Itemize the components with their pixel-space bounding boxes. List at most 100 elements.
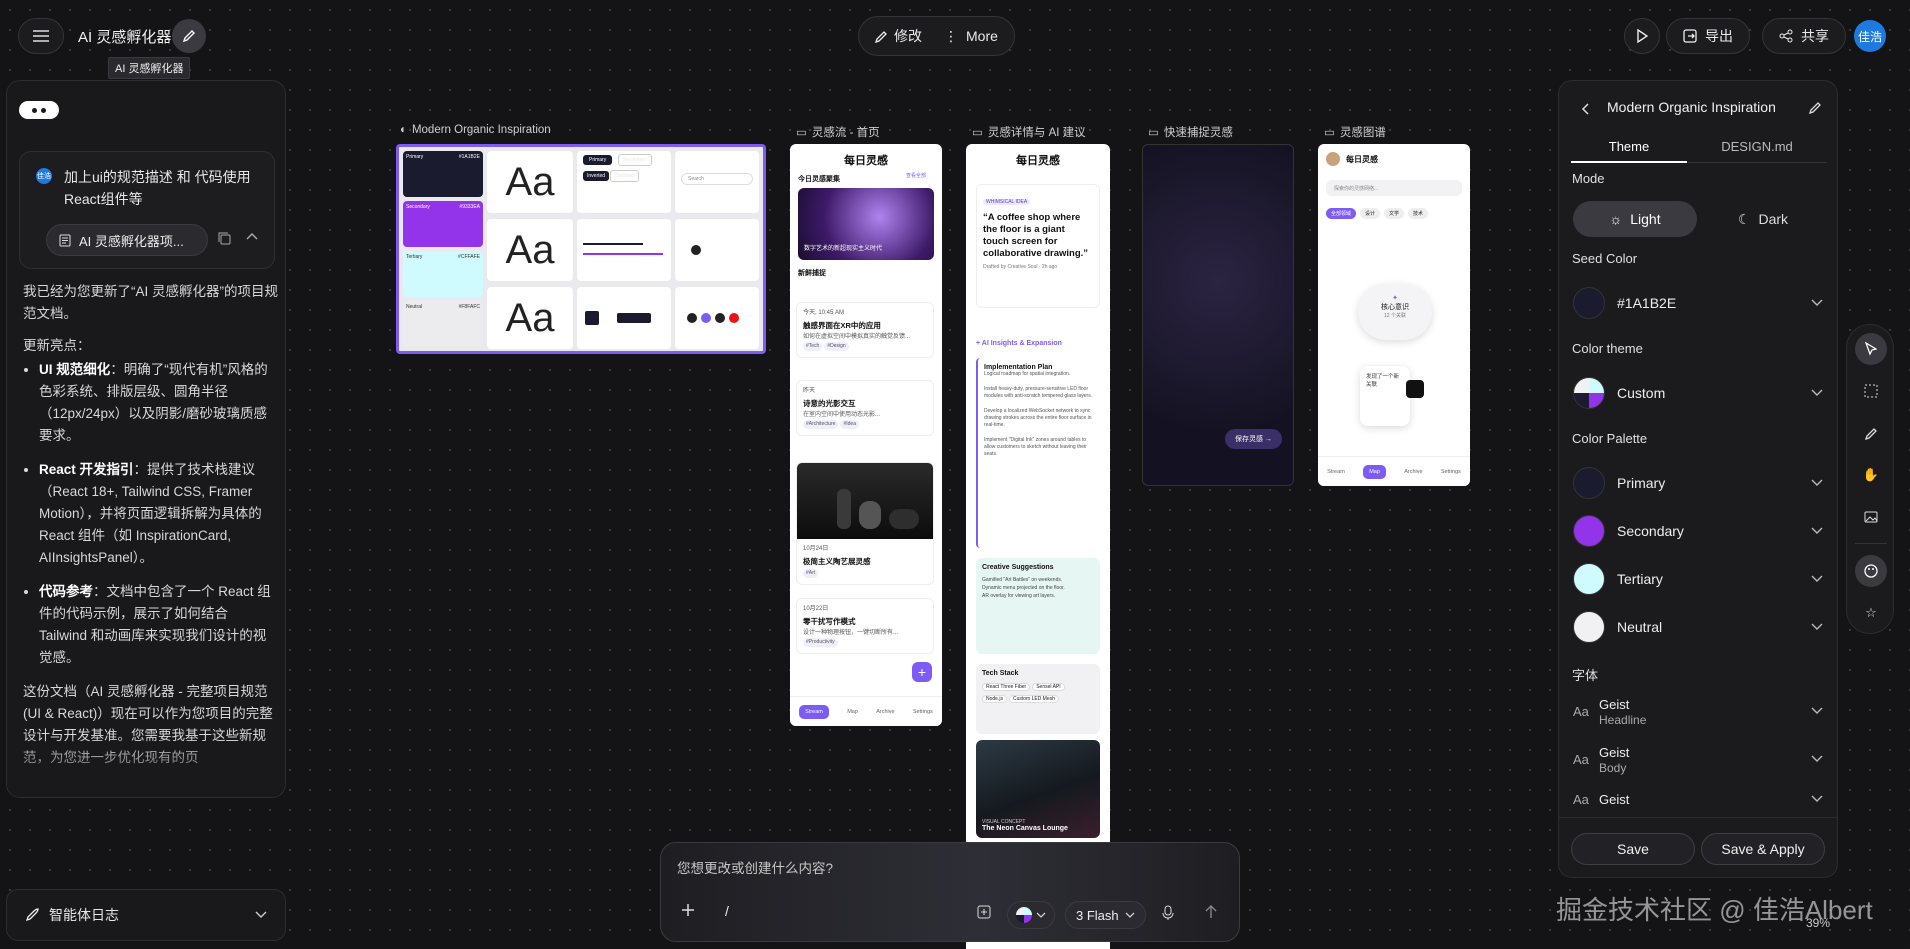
hand-tool-button[interactable]: ✋ — [1855, 459, 1887, 491]
slash-command[interactable]: / — [725, 903, 729, 919]
zoom-level[interactable]: 39% — [1806, 916, 1830, 930]
select-tool-button[interactable] — [1855, 333, 1887, 365]
design-system-frame[interactable]: Primary #1A1B2E Secondary #9333EA Tertia… — [396, 144, 766, 354]
rocket-icon — [25, 908, 39, 922]
attach-icon[interactable] — [977, 905, 991, 919]
graph-node[interactable]: 发现了一个新关联 — [1360, 366, 1410, 426]
chevron-up-icon[interactable] — [246, 232, 258, 240]
frame-tool-button[interactable] — [1855, 375, 1887, 407]
list-item: UI 规范细化：明确了“现代有机”风格的色彩系统、排版层级、圆角半径（12px/… — [39, 359, 279, 447]
font-label-select[interactable]: Aa Geist — [1573, 785, 1823, 813]
title-tooltip: AI 灵感孵化器 — [108, 57, 191, 79]
theme-panel: Modern Organic Inspiration Theme DESIGN.… — [1558, 80, 1838, 878]
main-menu-button[interactable] — [18, 18, 64, 54]
hero-card[interactable]: 数字艺术的新超现实主义时代 — [798, 188, 934, 260]
palette-icon: ◐ — [400, 124, 407, 136]
nav-item-stream[interactable]: Stream — [799, 704, 829, 719]
detail-screen-frame[interactable]: 每日灵感 WHIMSICAL IDEA “A coffee shop where… — [966, 144, 1110, 949]
tab-theme[interactable]: Theme — [1571, 131, 1687, 163]
nav-item-archive[interactable]: Archive — [1404, 469, 1422, 475]
assistant-reply: 我已经为您更新了“AI 灵感孵化器”的项目规范文档。 更新亮点： UI 规范细化… — [23, 281, 279, 779]
prompt-input[interactable]: 您想更改或创建什么内容? — [677, 857, 833, 877]
frame-label-capture[interactable]: ▭ 快速捕捉灵感 — [1148, 124, 1233, 140]
palette-secondary[interactable]: Secondary — [1573, 511, 1823, 551]
frame-label-graph[interactable]: ▭ 灵感图谱 — [1324, 124, 1386, 140]
theme-tool-button[interactable] — [1855, 555, 1887, 587]
send-icon[interactable] — [1205, 905, 1217, 919]
export-button[interactable]: 导出 — [1666, 18, 1750, 54]
agent-log-button[interactable]: 智能体日志 — [6, 889, 286, 941]
image-tool-button[interactable] — [1855, 501, 1887, 533]
capture-screen-frame[interactable]: 保存灵感 → — [1142, 144, 1294, 486]
save-apply-button[interactable]: Save & Apply — [1701, 833, 1825, 865]
tab-design-md[interactable]: DESIGN.md — [1687, 131, 1827, 163]
chat-options-button[interactable] — [19, 101, 59, 119]
frame-label-design[interactable]: ◐ Modern Organic Inspiration — [400, 124, 551, 136]
add-button[interactable]: + — [912, 662, 932, 682]
list-item[interactable]: 10月22日 零干扰写作模式 设计一种物理按钮，一键切断所有... #Producti… — [796, 598, 934, 654]
list-item[interactable]: 今天, 10:45 AM 触感界面在XR中的应用 如何在虚拟空间中模拟真实的触觉反馈… — [796, 302, 934, 358]
star-tool-button[interactable]: ☆ — [1855, 597, 1887, 629]
modify-button[interactable]: 修改 — [875, 26, 922, 46]
plus-icon[interactable] — [681, 903, 695, 917]
nav-item-archive[interactable]: Archive — [876, 709, 894, 715]
frame-icon: ▭ — [972, 127, 983, 139]
frame-label-stream[interactable]: ▭ 灵感流 - 首页 — [796, 124, 880, 140]
graph-screen-frame[interactable]: 每日灵感 探索你的灵感网络... 全部领域 设计 文学 技术 ✦ 核心意识 12 个… — [1318, 144, 1470, 486]
nav-item-map[interactable]: Map — [1363, 464, 1386, 479]
moon-icon: ☾ — [1737, 210, 1751, 227]
edit-title-button[interactable] — [172, 19, 206, 53]
nav-item-map[interactable]: Map — [847, 709, 858, 715]
see-all-link[interactable]: 查看全部 — [906, 172, 926, 179]
vertical-toolbar: ✋ ☆ — [1846, 324, 1894, 634]
save-button[interactable]: Save — [1571, 833, 1695, 865]
avatar — [1326, 152, 1340, 166]
play-button[interactable] — [1624, 18, 1660, 54]
back-icon[interactable] — [1581, 103, 1589, 115]
user-avatar[interactable]: 佳浩 — [1854, 20, 1886, 52]
list-item[interactable]: 10月24日 极简主义陶艺展灵感 #Art — [796, 462, 934, 585]
share-button[interactable]: 共享 — [1762, 18, 1846, 54]
type-headline: Aa — [487, 151, 573, 213]
palette-primary[interactable]: Primary — [1573, 463, 1823, 503]
theme-swatch — [1573, 377, 1605, 409]
palette-tertiary[interactable]: Tertiary — [1573, 559, 1823, 599]
play-icon — [1636, 29, 1648, 43]
chevron-down-icon — [255, 911, 267, 919]
tech-stack-card: Tech Stack React Three Fiber Sensel API N… — [976, 664, 1100, 734]
stream-screen-frame[interactable]: 每日灵感 今日灵感聚集 查看全部 数字艺术的新超现实主义时代 新鲜捕捉 今天, … — [790, 144, 942, 726]
save-inspiration-button[interactable]: 保存灵感 → — [1225, 429, 1282, 449]
core-node[interactable]: ✦ 核心意识 12 个关联 — [1358, 284, 1432, 340]
nav-item-settings[interactable]: Settings — [1441, 469, 1461, 475]
theme-selector[interactable] — [1007, 901, 1055, 929]
palette-neutral[interactable]: Neutral — [1573, 607, 1823, 647]
frame-label-detail[interactable]: ▭ 灵感详情与 AI 建议 — [972, 124, 1086, 140]
chevron-down-icon — [1811, 389, 1823, 397]
nav-item-stream[interactable]: Stream — [1327, 469, 1345, 475]
copy-icon[interactable] — [218, 232, 231, 245]
more-button[interactable]: ⋮ More — [944, 28, 998, 45]
dark-mode-button[interactable]: ☾ Dark — [1701, 201, 1825, 237]
prompt-box[interactable]: 您想更改或创建什么内容? / 3 Flash — [660, 842, 1240, 942]
share-label: 共享 — [1801, 28, 1829, 44]
voice-icon[interactable] — [1161, 905, 1175, 921]
document-chip[interactable]: AI 灵感孵化器项... — [46, 224, 208, 256]
canvas-toolbar: 修改 ⋮ More — [858, 16, 1015, 56]
graph-search-input[interactable]: 探索你的灵感网络... — [1326, 180, 1462, 196]
user-message: 佳浩 加上ui的规范描述 和 代码使用React组件等 AI 灵感孵化器项... — [19, 151, 275, 269]
font-headline-select[interactable]: Aa Geist Headline — [1573, 689, 1823, 733]
agent-log-label: 智能体日志 — [49, 907, 119, 923]
light-mode-button[interactable]: ☼ Light — [1573, 201, 1697, 237]
visual-concept-card[interactable]: VISUAL CONCEPT The Neon Canvas Lounge — [976, 740, 1100, 838]
draw-tool-button[interactable] — [1855, 417, 1887, 449]
pencil-icon[interactable] — [1809, 101, 1822, 114]
list-item[interactable]: 昨天 诗意的光影交互 在室内空间中使用动态光影... #Architecture #Id… — [796, 380, 934, 436]
seed-color-select[interactable]: #1A1B2E — [1573, 283, 1823, 323]
nav-item-settings[interactable]: Settings — [913, 709, 933, 715]
hamburger-icon — [33, 30, 49, 42]
chevron-down-icon — [1811, 575, 1823, 583]
font-body-select[interactable]: Aa Geist Body — [1573, 737, 1823, 781]
color-theme-select[interactable]: Custom — [1573, 373, 1823, 413]
idea-card: WHIMSICAL IDEA “A coffee shop where the … — [976, 184, 1100, 308]
model-selector[interactable]: 3 Flash — [1065, 901, 1146, 929]
